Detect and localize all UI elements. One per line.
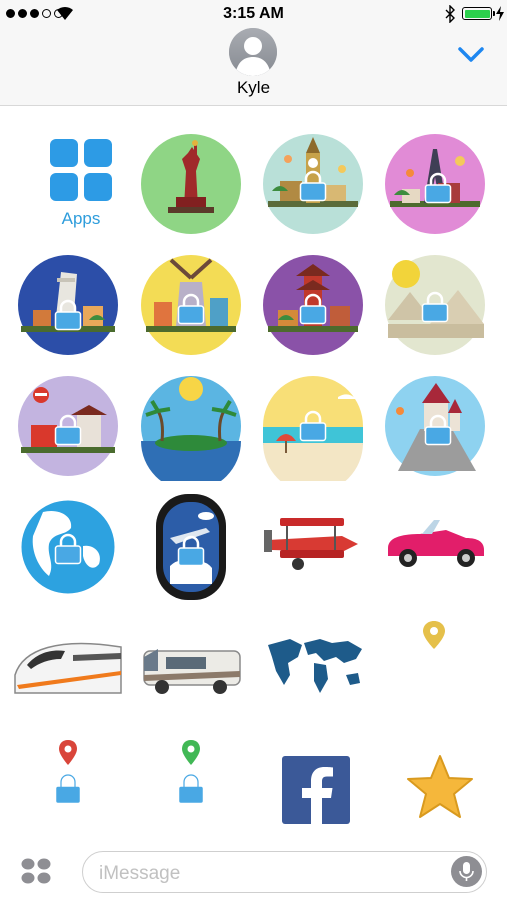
facebook-icon [282,756,350,824]
sticker-eiffel-tower[interactable] [380,129,490,239]
sticker-big-ben[interactable] [258,129,368,239]
battery-icon [462,7,492,20]
imessage-placeholder: iMessage [99,863,181,884]
contact-avatar[interactable] [229,28,277,76]
sticker-biplane[interactable] [258,492,368,602]
bluetooth-icon [445,5,455,23]
sticker-yellow-pin[interactable] [380,613,490,723]
sticker-facebook[interactable] [258,734,368,844]
sticker-green-pin[interactable] [136,734,246,844]
lock-icon [424,172,452,204]
sticker-rv[interactable] [136,613,246,723]
sticker-bullet-train[interactable] [13,613,123,723]
charging-bolt-icon [496,6,504,21]
yellow-map-pin-icon [423,621,445,649]
status-bar: 3:15 AM [0,0,507,28]
chevron-down-icon[interactable] [455,38,487,70]
apps-grid-icon [50,139,112,201]
lock-icon [299,410,327,442]
lock-icon [177,293,205,325]
sticker-pagoda[interactable] [258,250,368,360]
sticker-castle[interactable] [380,371,490,481]
sticker-world-map[interactable] [258,613,368,723]
sticker-beach[interactable] [258,371,368,493]
star-icon [407,755,473,818]
lock-icon [299,293,327,325]
sticker-tropical-island[interactable] [136,371,246,491]
conversation-header: Kyle [0,28,507,106]
app-drawer-icon[interactable] [20,857,52,885]
lock-icon [424,414,452,446]
lock-icon [177,773,205,805]
sticker-globe[interactable] [13,492,123,602]
apps-button[interactable]: Apps [13,107,123,228]
sticker-desert[interactable] [380,250,490,360]
microphone-button[interactable] [451,856,482,887]
screen: 3:15 AM Kyle Apps iMessage [0,0,507,900]
message-input-bar: iMessage [0,842,507,900]
sticker-grid: Apps [0,107,507,842]
sticker-convertible[interactable] [380,492,490,602]
sticker-pisa[interactable] [13,250,123,360]
lock-icon [421,291,449,323]
person-silhouette-icon [229,28,277,76]
imessage-input[interactable]: iMessage [82,851,487,893]
sticker-star[interactable] [380,734,490,844]
status-time: 3:15 AM [223,5,284,22]
lock-icon [177,535,205,567]
lock-icon [54,773,82,805]
microphone-icon [459,862,474,881]
sticker-statue-of-liberty[interactable] [136,129,246,239]
contact-name[interactable]: Kyle [0,78,507,98]
lock-icon [299,170,327,202]
sticker-windmill[interactable] [136,250,246,360]
lock-icon [54,414,82,446]
lock-icon [54,299,82,331]
sticker-red-pin[interactable] [13,734,123,844]
apps-label: Apps [61,209,101,228]
sticker-tokyo[interactable] [13,371,123,481]
lock-icon [54,533,82,565]
sticker-airplane-window[interactable] [136,492,246,602]
